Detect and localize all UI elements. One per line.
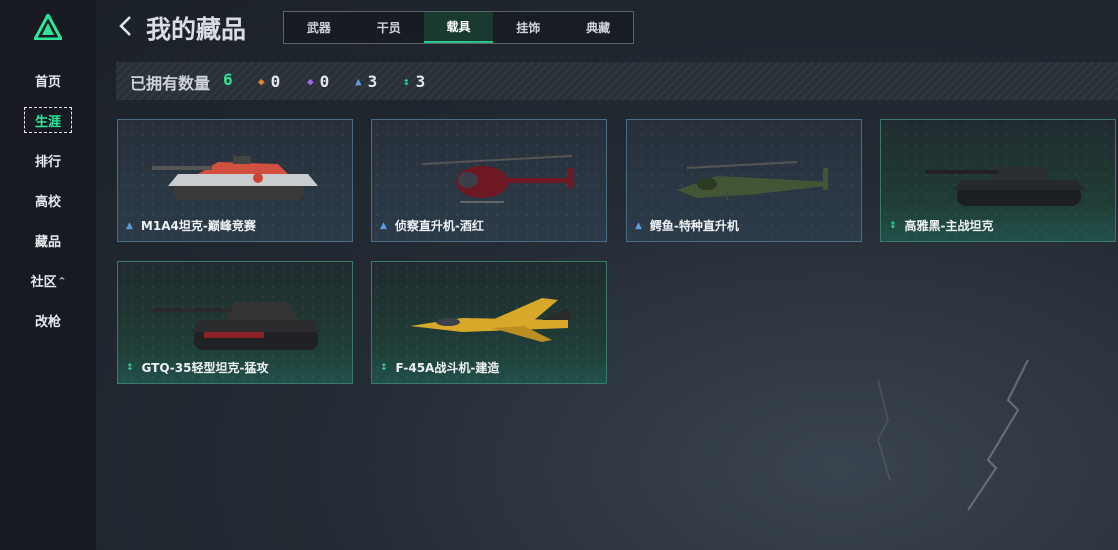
sidebar-item-label: 社区 [30, 274, 57, 290]
vehicle-name-text: GTQ-35轻型坦克-猛攻 [141, 361, 269, 375]
owned-count-value: 6 [223, 70, 233, 89]
vehicle-card[interactable]: ▲ 侦察直升机-酒红 [371, 119, 607, 242]
blue-rarity-icon: ▲ [380, 220, 387, 231]
purple-rarity-count: ◆ 0 [307, 72, 329, 91]
vehicle-name: ▲ 鳄鱼-特种直升机 [635, 217, 739, 234]
page-title: 我的藏品 [146, 15, 247, 44]
blue-count: 3 [367, 72, 378, 91]
vehicle-card[interactable]: ▲ M1A4坦克-巅峰竞赛 [117, 119, 353, 242]
tank-icon [925, 166, 1085, 206]
attack-helicopter-icon [677, 161, 828, 200]
sidebar-item-career[interactable]: 生涯 [0, 100, 96, 140]
background-storm-decoration [877, 359, 1029, 511]
vehicle-name-text: F-45A战斗机-建造 [395, 361, 500, 375]
sidebar-nav: 首页 生涯 排行 高校 藏品 社区 ^ 改枪 [0, 60, 96, 340]
green-rarity-icon: ↕ [889, 220, 897, 231]
tab-operators[interactable]: 干员 [354, 12, 424, 43]
tab-collectibles[interactable]: 典藏 [563, 12, 633, 43]
blue-rarity-icon: ▲ [635, 220, 642, 231]
orange-rarity-count: ◆ 0 [258, 72, 280, 91]
tab-charms[interactable]: 挂饰 [493, 12, 563, 43]
sidebar-item-gunsmith[interactable]: 改枪 [0, 300, 96, 340]
chevron-up-icon: ^ [58, 275, 66, 285]
vehicle-name: ▲ 侦察直升机-酒红 [380, 217, 484, 234]
sidebar-item-ranking[interactable]: 排行 [0, 140, 96, 180]
ownership-stats-bar: 已拥有数量 6 ◆ 0 ◆ 0 ▲ 3 ↕ 3 [116, 62, 1118, 100]
light-tank-icon [152, 302, 320, 350]
game-logo-icon[interactable] [34, 14, 62, 40]
vehicle-name: ↕ GTQ-35轻型坦克-猛攻 [126, 359, 268, 376]
sidebar-item-community[interactable]: 社区 ^ [0, 260, 96, 300]
category-tabs: 武器 干员 载具 挂饰 典藏 [283, 11, 634, 44]
vehicle-card[interactable]: ↕ GTQ-35轻型坦克-猛攻 [117, 261, 353, 384]
vehicle-name: ↕ F-45A战斗机-建造 [380, 359, 499, 376]
tab-vehicles[interactable]: 载具 [423, 12, 494, 43]
sidebar-item-collection[interactable]: 藏品 [0, 220, 96, 260]
fighter-jet-icon [410, 298, 572, 342]
sidebar-item-label: 改枪 [34, 314, 61, 330]
vehicle-name-text: M1A4坦克-巅峰竞赛 [140, 219, 256, 233]
back-arrow-icon[interactable] [118, 14, 132, 38]
green-count: 3 [415, 72, 426, 91]
purple-count: 0 [319, 72, 330, 91]
tank-icon [152, 156, 318, 200]
vehicle-name-text: 高雅黑-主战坦克 [904, 219, 994, 233]
purple-diamond-icon: ◆ [307, 75, 314, 88]
sidebar-item-label: 高校 [34, 194, 61, 210]
green-rarity-icon: ↕ [126, 362, 134, 373]
orange-diamond-icon: ◆ [258, 75, 265, 88]
sidebar-item-home[interactable]: 首页 [0, 60, 96, 100]
sidebar: 首页 生涯 排行 高校 藏品 社区 ^ 改枪 [0, 0, 96, 550]
vehicle-name-text: 鳄鱼-特种直升机 [649, 219, 739, 233]
vehicle-name-text: 侦察直升机-酒红 [394, 219, 484, 233]
helicopter-icon [421, 155, 574, 203]
vehicle-card[interactable]: ↕ F-45A战斗机-建造 [371, 261, 607, 384]
sidebar-item-label: 藏品 [34, 234, 61, 250]
blue-rarity-icon: ▲ [126, 220, 133, 231]
vehicle-card[interactable]: ↕ 高雅黑-主战坦克 [880, 119, 1116, 242]
vehicle-name: ↕ 高雅黑-主战坦克 [889, 217, 994, 234]
sidebar-item-label: 首页 [34, 74, 61, 90]
green-diamond-icon: ↕ [403, 75, 410, 88]
vehicle-name: ▲ M1A4坦克-巅峰竞赛 [126, 217, 256, 234]
green-rarity-count: ↕ 3 [403, 72, 425, 91]
sidebar-item-label: 生涯 [34, 114, 61, 130]
green-rarity-icon: ↕ [380, 362, 388, 373]
sidebar-item-university[interactable]: 高校 [0, 180, 96, 220]
owned-count-label: 已拥有数量 [130, 74, 211, 93]
tab-weapons[interactable]: 武器 [284, 12, 354, 43]
orange-count: 0 [270, 72, 281, 91]
blue-diamond-icon: ▲ [355, 75, 362, 88]
vehicle-card[interactable]: ▲ 鳄鱼-特种直升机 [626, 119, 862, 242]
blue-rarity-count: ▲ 3 [355, 72, 377, 91]
sidebar-item-label: 排行 [34, 154, 61, 170]
